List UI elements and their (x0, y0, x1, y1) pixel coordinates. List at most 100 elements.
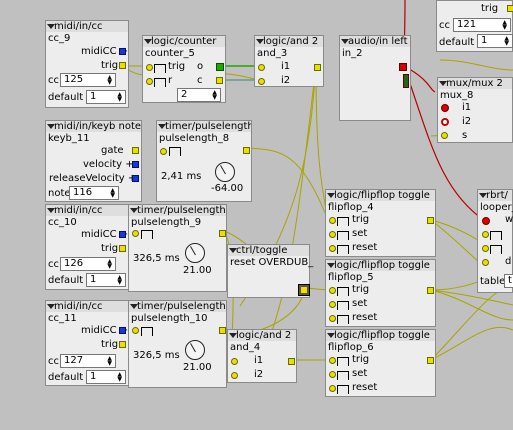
inlet-trig[interactable] (146, 64, 153, 71)
inlet-trig[interactable] (132, 230, 139, 237)
outlet-out[interactable] (314, 64, 321, 71)
object-title[interactable]: midi/in/cc (46, 301, 128, 312)
inlet-2[interactable] (482, 231, 489, 238)
inlet-i2[interactable] (441, 118, 449, 126)
midi-cc-10-object[interactable]: midi/in/cc cc_10 midiCC + trig cc 126▲▼ … (45, 204, 129, 290)
inlet-i2[interactable] (258, 78, 265, 85)
outlet-gate[interactable] (132, 147, 139, 154)
inlet-w[interactable] (482, 217, 490, 225)
pulselength-9-object[interactable]: timer/pulselength pulselength_9 326,5 ms… (128, 204, 227, 292)
object-title[interactable]: logic/and 2 (228, 330, 296, 341)
inlet-trig[interactable] (329, 357, 336, 364)
inlet-label-i2: i2 (281, 75, 291, 86)
object-title[interactable]: logic/flipflop toggle (326, 260, 435, 271)
object-title[interactable]: audio/in left (340, 36, 410, 47)
object-title[interactable]: timer/pulselength (129, 205, 226, 216)
length-knob[interactable] (185, 340, 205, 360)
object-title[interactable]: logic/flipflop toggle (326, 330, 435, 341)
outlet-trig[interactable] (119, 245, 126, 252)
note-field[interactable]: 116 ▲ ▼ (69, 186, 119, 200)
audio-in-left-object[interactable]: audio/in left in_2 (339, 35, 411, 121)
mux-8-object[interactable]: mux/mux 2 mux_8 i1 i2 s (437, 77, 513, 143)
default-field[interactable]: 1 ▲ ▼ (86, 370, 126, 384)
default-field[interactable]: 1 ▲ ▼ (477, 34, 513, 48)
inlet-d[interactable] (482, 259, 489, 266)
outlet-pulse[interactable] (219, 230, 226, 237)
outlet-release-velocity[interactable] (132, 175, 139, 182)
object-title[interactable]: midi/in/keyb note (46, 121, 141, 132)
inlet-set[interactable] (329, 301, 336, 308)
cc-number-field[interactable]: 127 ▲ ▼ (60, 354, 116, 368)
counter-5-object[interactable]: logic/counter counter_5 trig o r c 2 ▲ ▼ (142, 35, 226, 103)
object-title[interactable]: mux/mux 2 (438, 78, 512, 89)
inlet-i1[interactable] (441, 104, 449, 112)
outlet-o[interactable] (427, 287, 434, 294)
keyb-note-11-object[interactable]: midi/in/keyb note keyb_11 gate velocity … (45, 120, 142, 202)
outlet-audio-2[interactable] (403, 74, 409, 88)
object-title[interactable]: midi/in/cc (46, 21, 128, 32)
outlet-o[interactable] (427, 217, 434, 224)
outlet-o[interactable] (216, 63, 224, 71)
outlet-midicc[interactable] (119, 231, 126, 238)
flipflop-5-object[interactable]: logic/flipflop toggle flipflop_5 trig se… (325, 259, 436, 327)
inlet-trig[interactable] (329, 217, 336, 224)
length-knob[interactable] (215, 162, 235, 182)
inlet-i2[interactable] (231, 372, 238, 379)
pulse-icon (141, 230, 153, 239)
object-title[interactable]: timer/pulselength (157, 121, 251, 132)
inlet-set[interactable] (329, 231, 336, 238)
length-knob[interactable] (185, 243, 205, 263)
rbrt-looper-object[interactable]: rbrt/ looper_ w d table t1 (477, 189, 513, 293)
object-title[interactable]: timer/pulselength (129, 301, 226, 312)
count-max-field[interactable]: 2 ▲ ▼ (177, 88, 221, 102)
default-field[interactable]: 1 ▲ ▼ (86, 90, 126, 104)
pulselength-10-object[interactable]: timer/pulselength pulselength_10 326,5 m… (128, 300, 227, 388)
pulselength-8-object[interactable]: timer/pulselength pulselength_8 2,41 ms … (156, 120, 252, 202)
cc-number-field[interactable]: 125 ▲ ▼ (60, 73, 116, 87)
default-field[interactable]: 1 ▲ ▼ (86, 273, 126, 287)
inlet-i1[interactable] (258, 64, 265, 71)
inlet-reset[interactable] (329, 315, 336, 322)
inlet-trig[interactable] (132, 327, 139, 334)
outlet-pulse[interactable] (219, 327, 226, 334)
outlet-trig[interactable] (119, 62, 126, 69)
outlet-trig[interactable] (507, 5, 513, 12)
midi-cc-9-object[interactable]: midi/in/cc cc_9 midiCC + trig cc 125▲▼ d… (45, 20, 129, 108)
outlet-out[interactable] (288, 358, 295, 365)
outlet-midicc[interactable] (119, 48, 126, 55)
object-title[interactable]: rbrt/ (478, 190, 512, 201)
inlet-trig[interactable] (160, 148, 167, 155)
cc-number-field[interactable]: 121 ▲ ▼ (453, 18, 511, 32)
object-title[interactable]: logic/flipflop toggle (326, 190, 435, 201)
inlet-set[interactable] (329, 371, 336, 378)
outlet-o[interactable] (427, 357, 434, 364)
flipflop-6-object[interactable]: logic/flipflop toggle flipflop_6 trig se… (325, 329, 436, 397)
inlet-reset[interactable] (329, 245, 336, 252)
inlet-s[interactable] (441, 132, 448, 139)
object-title[interactable]: logic/and 2 (255, 36, 323, 47)
and-3-object[interactable]: logic/and 2 and_3 i1 i2 (254, 35, 324, 87)
object-title[interactable]: logic/counter (143, 36, 225, 47)
midi-cc-partial-object[interactable]: trig cc 121 ▲ ▼ default 1 ▲ ▼ (436, 0, 513, 52)
outlet-c[interactable] (216, 77, 223, 84)
outlet-velocity[interactable] (132, 161, 139, 168)
flipflop-4-object[interactable]: logic/flipflop toggle flipflop_4 trig se… (325, 189, 436, 257)
toggle-button[interactable] (298, 284, 310, 296)
and-4-object[interactable]: logic/and 2 and_4 i1 i2 (227, 329, 297, 383)
inlet-i1[interactable] (231, 358, 238, 365)
inlet-r[interactable] (146, 78, 153, 85)
outlet-label-release: releaseVelocity + (49, 173, 137, 184)
outlet-trig[interactable] (119, 341, 126, 348)
object-title[interactable]: midi/in/cc (46, 205, 128, 216)
midi-cc-11-object[interactable]: midi/in/cc cc_11 midiCC + trig cc 127▲▼ … (45, 300, 129, 386)
object-title[interactable]: ctrl/toggle (228, 245, 309, 256)
outlet-pulse[interactable] (243, 147, 250, 154)
outlet-audio[interactable] (399, 63, 407, 71)
outlet-midicc[interactable] (119, 327, 126, 334)
ctrl-toggle-object[interactable]: ctrl/toggle reset OVERDUB_ (227, 244, 313, 298)
inlet-reset[interactable] (329, 385, 336, 392)
table-field[interactable]: t1 (504, 274, 513, 288)
cc-number-field[interactable]: 126 ▲ ▼ (60, 257, 116, 271)
inlet-3[interactable] (482, 245, 489, 252)
inlet-trig[interactable] (329, 287, 336, 294)
